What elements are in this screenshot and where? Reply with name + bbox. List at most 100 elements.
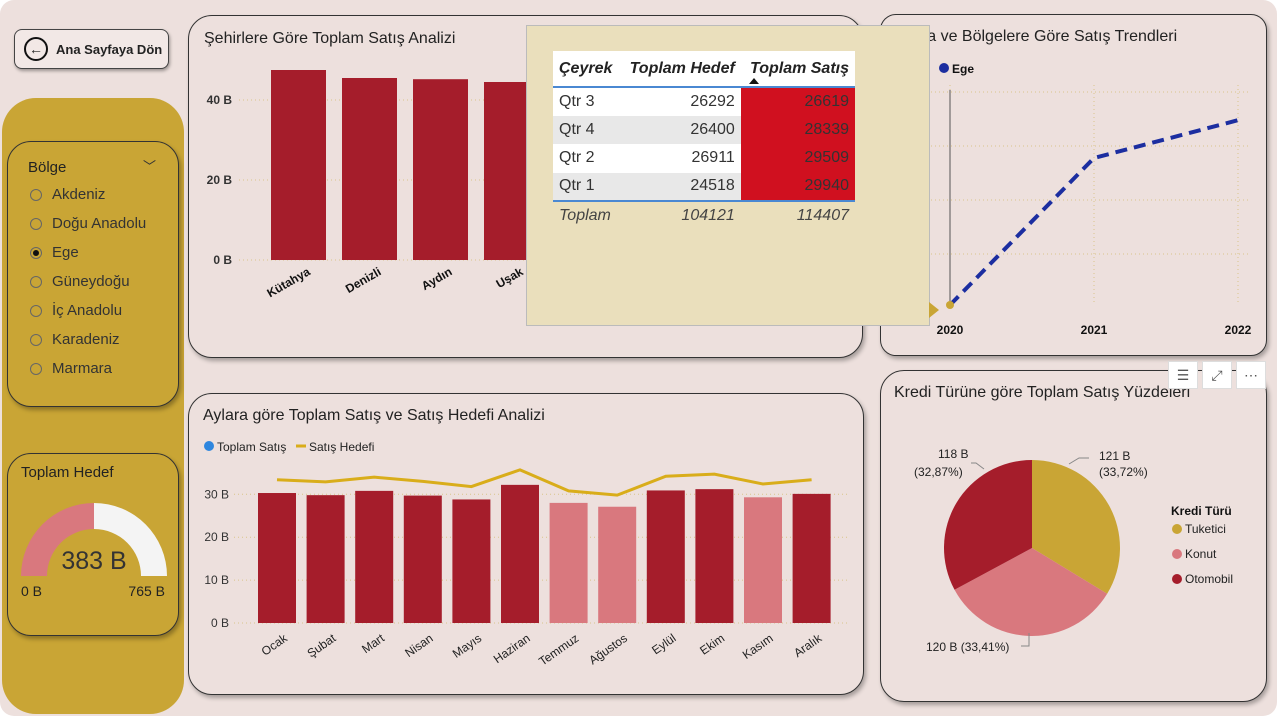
bar [646,490,685,623]
bar [342,78,397,260]
column-header-label: Toplam Satış [750,59,849,77]
slicer-option[interactable]: Ege [30,244,79,261]
y-tick-label: 0 B [211,616,229,630]
y-tick-label: 40 B [207,93,233,107]
x-tick-label: Kasım [740,631,776,662]
slicer-option[interactable]: Güneydoğu [30,273,130,290]
radio-selected-icon [30,246,42,259]
x-tick-label: 2020 [937,323,964,337]
table-cell: 29509 [740,144,855,173]
y-tick-label: 10 B [204,573,229,587]
table-cell: Toplam [559,206,611,224]
table-header-row: Çeyrek Toplam Hedef Toplam Satış [553,51,855,87]
legend-marker [939,63,949,73]
table-cell: 26911 [620,144,741,173]
legend-marker [1172,549,1182,559]
table-cell: Qtr 4 [553,115,621,144]
y-tick-label: 20 B [207,173,233,187]
arrow-left-icon: ← [24,37,48,61]
x-tick-label: Kütahya [264,264,312,300]
data-label: (32,87%) [914,465,963,479]
radio-icon [30,362,42,375]
x-tick-label: Aralık [791,630,825,660]
x-tick-label: Mart [359,631,387,657]
column-header-sorted[interactable]: Toplam Satış [740,51,855,87]
legend-label: Tuketici [1185,522,1226,536]
x-tick-label: Mayıs [450,631,484,661]
table-total-row: Toplam 104121 114407 [553,201,855,230]
slicer-option-label: Karadeniz [52,331,120,348]
back-to-home-button[interactable]: ← Ana Sayfaya Dön [14,29,169,69]
y-tick-label: 20 B [204,530,229,544]
slicer-option[interactable]: Karadeniz [30,331,120,348]
legend-label: Ege [952,62,974,76]
slicer-option[interactable]: İç Anadolu [30,302,122,319]
data-label: 120 B (33,41%) [926,640,1009,654]
data-label: 121 B [1099,449,1130,463]
slicer-option-label: Güneydoğu [52,273,130,290]
sort-ascending-icon [748,78,759,84]
gauge-min: 0 B [21,583,43,599]
table-row: Qtr 4 26400 28339 [553,115,855,144]
slicer-option[interactable]: Marmara [30,360,112,377]
tooltip-pointer [929,302,939,318]
x-tick-label: Temmuz [536,631,581,668]
table-row: Qtr 1 24518 29940 [553,172,855,201]
data-label: (33,72%) [1099,465,1148,479]
column-header[interactable]: Çeyrek [553,51,621,87]
bar [744,497,782,623]
x-tick-label: Ekim [697,631,727,658]
gauge-svg [21,503,167,576]
x-tick-label: 2022 [1225,323,1252,337]
data-point [946,301,954,309]
bar [355,490,394,623]
table-row: Qtr 3 26292 26619 [553,87,855,116]
slicer-option-label: İç Anadolu [52,302,123,319]
x-tick-label: Denizli [343,264,383,295]
table-cell: 114407 [796,206,849,224]
gauge-value: 383 B [61,547,127,575]
data-label: 118 B [938,447,968,461]
table-cell: 26619 [740,87,855,116]
y-tick-label: 0 B [213,253,232,267]
leader-line [971,462,985,470]
x-tick-label: Eylül [649,631,678,657]
radio-icon [30,188,42,201]
legend-marker [1172,524,1182,534]
quarter-table: Çeyrek Toplam Hedef Toplam Satış Qtr 3 26… [553,51,855,230]
credit-type-panel[interactable]: Kredi Türüne göre Toplam Satış Yüzdeleri… [880,370,1267,702]
slicer-option[interactable]: Akdeniz [30,186,105,203]
bar [306,495,345,623]
table-cell: 104121 [681,206,735,224]
radio-icon [30,333,42,346]
slicer-option[interactable]: Doğu Anadolu [30,215,146,232]
column-header[interactable]: Toplam Hedef [620,51,741,87]
x-tick-label: 2021 [1081,323,1108,337]
slicer-title: Bölge [28,159,67,176]
legend-label: Konut [1185,547,1217,561]
x-tick-label: Ocak [259,630,291,658]
legend-title: Kredi Türü [1171,504,1232,518]
bar [598,506,637,623]
bar [549,502,588,623]
more-options-icon[interactable]: ⋯ [1236,361,1266,389]
radio-icon [30,275,42,288]
table-cell: 29940 [740,172,855,201]
slicer-option-label: Marmara [52,360,113,377]
chevron-down-icon[interactable]: ﹀ [143,156,156,175]
table-cell: 26292 [620,87,741,116]
table-cell: 24518 [620,172,741,201]
slicer-option-label: Ege [52,244,79,261]
focus-mode-icon[interactable]: ⤢ [1202,361,1232,389]
table-row: Qtr 2 26911 29509 [553,144,855,173]
legend-marker [204,441,214,451]
filter-icon[interactable]: ☰ [1168,361,1198,389]
monthly-sales-panel[interactable]: Aylara göre Toplam Satış ve Satış Hedefi… [188,393,864,695]
total-target-gauge: Toplam Hedef 383 B 0 B 765 B [7,453,179,636]
region-slicer: Bölge ﹀ Akdeniz Doğu Anadolu Ege Güneydo… [7,141,179,407]
legend-label: Satış Hedefi [309,440,374,454]
quarter-tooltip: Çeyrek Toplam Hedef Toplam Satış Qtr 3 26… [526,25,939,326]
bar [271,70,326,260]
legend-label: Otomobil [1185,572,1233,586]
x-tick-label: Şubat [305,631,339,661]
